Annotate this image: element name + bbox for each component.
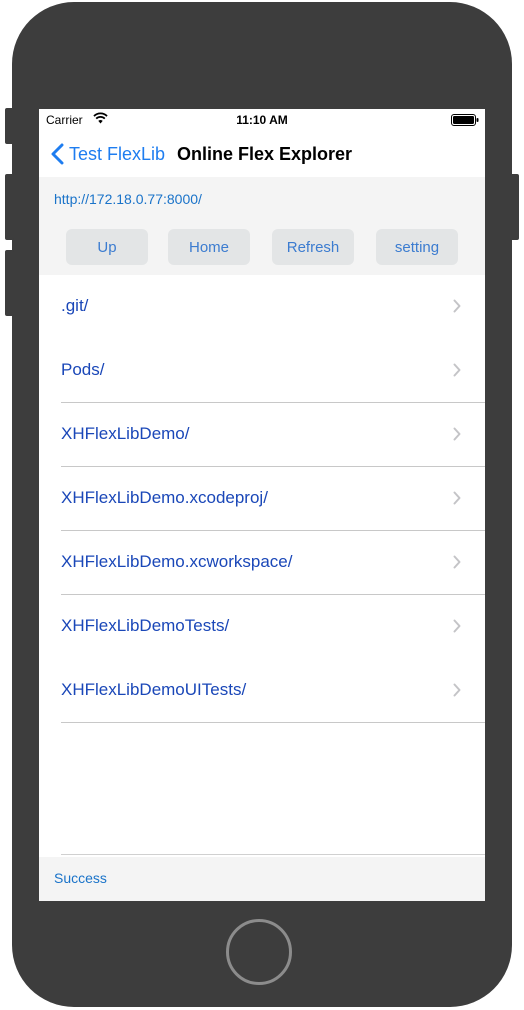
list-end-divider — [61, 854, 485, 855]
server-url: http://172.18.0.77:8000/ — [54, 191, 202, 207]
file-name: XHFlexLibDemo.xcodeproj/ — [61, 488, 268, 507]
back-button-label: Test FlexLib — [69, 143, 166, 164]
list-item[interactable]: XHFlexLibDemo.xcodeproj/ — [39, 467, 485, 531]
chevron-right-icon — [453, 427, 461, 441]
setting-button[interactable]: setting — [376, 229, 458, 265]
chevron-right-icon — [453, 555, 461, 569]
back-button[interactable]: Test FlexLib — [51, 141, 165, 167]
list-item[interactable]: XHFlexLibDemo/ — [39, 403, 485, 467]
list-item[interactable]: .git/ — [39, 275, 485, 339]
chevron-right-icon — [453, 491, 461, 505]
page-title: Online Flex Explorer — [177, 144, 353, 164]
chevron-right-icon — [453, 619, 461, 633]
status-bar: Carrier 11:10 AM — [39, 109, 485, 131]
volume-up-button — [5, 174, 14, 240]
mute-switch — [5, 108, 14, 144]
battery-icon — [451, 114, 479, 126]
list-item[interactable]: XHFlexLibDemo.xcworkspace/ — [39, 531, 485, 595]
list-item[interactable]: XHFlexLibDemoUITests/ — [39, 659, 485, 723]
file-name: XHFlexLibDemoUITests/ — [61, 680, 247, 699]
row-divider — [61, 722, 485, 723]
chevron-right-icon — [453, 299, 461, 313]
power-button — [510, 174, 519, 240]
file-name: Pods/ — [61, 360, 105, 379]
refresh-button[interactable]: Refresh — [272, 229, 354, 265]
file-name: XHFlexLibDemoTests/ — [61, 616, 230, 635]
file-list: .git/ Pods/ XHFlexLibDemo/ XHFlexLibDemo… — [39, 275, 485, 723]
chevron-right-icon — [453, 683, 461, 697]
navigation-bar: Test FlexLib Online Flex Explorer — [39, 131, 485, 177]
list-item[interactable]: XHFlexLibDemoTests/ — [39, 595, 485, 659]
file-name: XHFlexLibDemo.xcworkspace/ — [61, 552, 293, 571]
status-message: Success — [54, 870, 107, 886]
toolbar: http://172.18.0.77:8000/ Up Home Refresh… — [39, 177, 485, 275]
volume-down-button — [5, 250, 14, 316]
up-button[interactable]: Up — [66, 229, 148, 265]
chevron-right-icon — [453, 363, 461, 377]
screen: Carrier 11:10 AM Test FlexLib Online Fle… — [39, 109, 485, 901]
list-item[interactable]: Pods/ — [39, 339, 485, 403]
chevron-left-icon — [51, 143, 64, 165]
file-name: .git/ — [61, 296, 89, 315]
home-button[interactable] — [226, 919, 292, 985]
clock: 11:10 AM — [236, 113, 288, 127]
home-nav-button[interactable]: Home — [168, 229, 250, 265]
footer-bar: Success — [39, 857, 485, 901]
file-name: XHFlexLibDemo/ — [61, 424, 190, 443]
